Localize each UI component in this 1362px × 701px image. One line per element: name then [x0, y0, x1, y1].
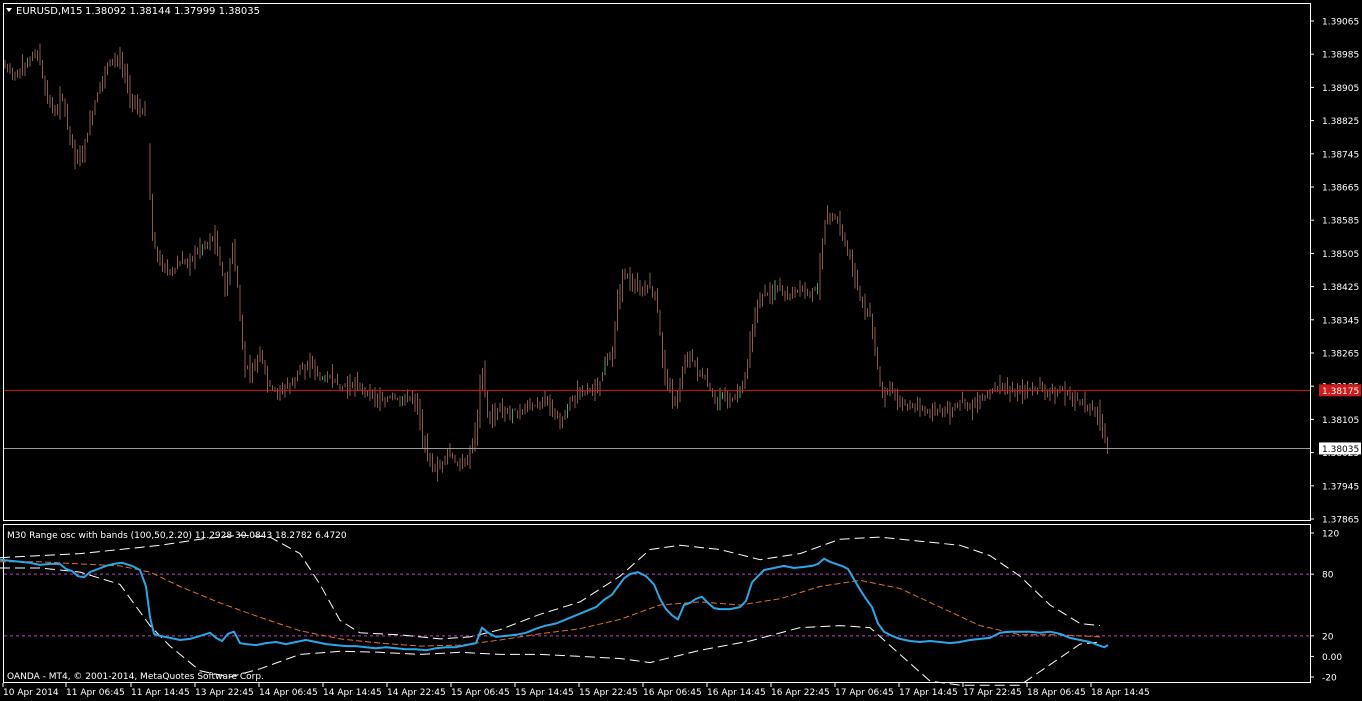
time-tick-label: 14 Apr 14:45 — [323, 688, 382, 698]
time-tick-label: 13 Apr 22:45 — [195, 688, 254, 698]
time-tick-label: 14 Apr 22:45 — [387, 688, 446, 698]
price-tick-label: 1.38425 — [1322, 283, 1359, 293]
price-tick-label: 1.37865 — [1322, 516, 1359, 526]
symbol-label: EURUSD,M15 — [16, 6, 82, 17]
price-tick-label: 1.38265 — [1322, 350, 1359, 360]
time-tick-label: 16 Apr 14:45 — [707, 688, 766, 698]
time-tick-label: 16 Apr 22:45 — [771, 688, 830, 698]
price-tick-label: 1.38345 — [1322, 316, 1359, 326]
time-tick-label: 11 Apr 14:45 — [131, 688, 190, 698]
price-tick-label: 1.38585 — [1322, 217, 1359, 227]
osc-tick-label: -20 — [1322, 674, 1337, 684]
time-tick-label: 17 Apr 06:45 — [835, 688, 894, 698]
time-tick-label: 11 Apr 06:45 — [66, 688, 125, 698]
price-tick-label: 1.38745 — [1322, 150, 1359, 160]
price-tick-label: 1.38985 — [1322, 51, 1359, 61]
price-tick-label: 1.38105 — [1322, 416, 1359, 426]
chart-canvas: 1.39065 1.38985 1.38905 1.38825 1.38745 1.386… — [0, 0, 1362, 701]
time-tick-label: 15 Apr 06:45 — [451, 688, 510, 698]
time-tick-label: 18 Apr 06:45 — [1027, 688, 1086, 698]
copyright-text: OANDA - MT4, © 2001-2014, MetaQuotes Sof… — [7, 672, 264, 682]
current-price-tag-label: 1.38035 — [1322, 445, 1359, 455]
chart-background — [0, 0, 1362, 701]
price-tick-label: 1.38905 — [1322, 84, 1359, 94]
price-tick-label: 1.37945 — [1322, 482, 1359, 492]
time-tick-label: 14 Apr 06:45 — [259, 688, 318, 698]
osc-tick-label: 120 — [1322, 530, 1339, 540]
osc-tick-label: 80 — [1322, 571, 1334, 581]
indicator-title: M30 Range osc with bands (100,50,2.20) 1… — [7, 531, 347, 541]
time-tick-label: 17 Apr 22:45 — [963, 688, 1022, 698]
time-tick-label: 17 Apr 14:45 — [899, 688, 958, 698]
price-tick-label: 1.39065 — [1322, 18, 1359, 28]
price-tick-label: 1.38505 — [1322, 250, 1359, 260]
time-tick-label: 18 Apr 14:45 — [1091, 688, 1150, 698]
time-tick-label: 10 Apr 2014 — [3, 688, 59, 698]
red-price-tag-label: 1.38175 — [1322, 387, 1359, 397]
price-tick-label: 1.38825 — [1322, 117, 1359, 127]
time-tick-label: 15 Apr 14:45 — [515, 688, 574, 698]
osc-tick-label: 0.00 — [1322, 653, 1342, 663]
osc-tick-label: 20 — [1322, 632, 1334, 642]
time-tick-label: 15 Apr 22:45 — [579, 688, 638, 698]
time-tick-label: 16 Apr 06:45 — [643, 688, 702, 698]
ohlc-values: 1.38092 1.38144 1.37999 1.38035 — [85, 6, 260, 17]
price-tick-label: 1.38665 — [1322, 184, 1359, 194]
